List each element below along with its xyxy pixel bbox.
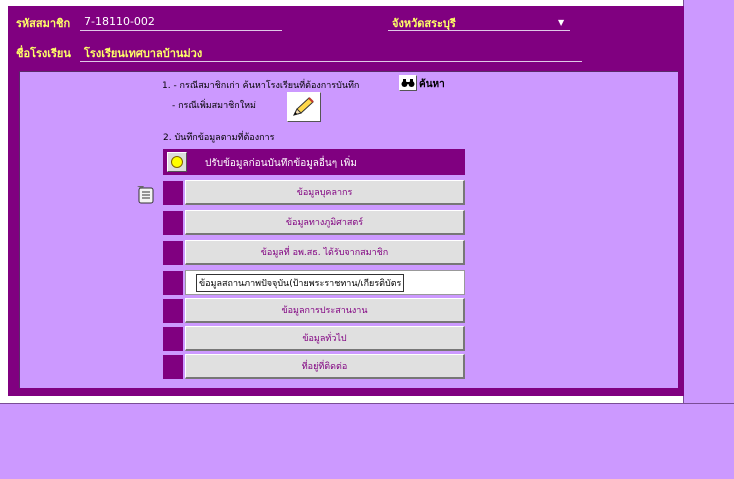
current-status-button[interactable]: ข้อมูลสถานภาพปัจจุบัน(ป้ายพระราชทาน/เกีย… (185, 270, 465, 295)
panel-header-title: ปรับข้อมูลก่อนบันทึกข้อมูลอื่นๆ เพิ่ม (205, 158, 357, 169)
personnel-button[interactable]: ข้อมูลบุคลากร (185, 180, 465, 205)
general-info-button[interactable]: ข้อมูลทั่วไป (185, 326, 465, 351)
contact-address-button[interactable]: ที่อยู่ที่ติดต่อ (185, 354, 465, 379)
row-marker[interactable] (163, 241, 183, 265)
search-label[interactable]: ค้นหา (419, 77, 445, 92)
row-marker[interactable] (163, 181, 183, 205)
row-marker[interactable] (163, 271, 183, 295)
list-item: ข้อมูลบุคลากร (163, 180, 465, 205)
member-id-field[interactable]: 7-18110-002 (84, 15, 155, 28)
school-label: ชื่อโรงเรียน (16, 47, 71, 60)
list-item: ข้อมูลทางภูมิศาสตร์ (163, 210, 465, 235)
list-item: ข้อมูลทั่วไป (163, 326, 465, 351)
member-id-label: รหัสสมาชิก (16, 17, 71, 30)
province-underline (388, 30, 570, 31)
panel-header-bar: ปรับข้อมูลก่อนบันทึกข้อมูลอื่นๆ เพิ่ม (163, 149, 465, 175)
divider-horizontal (0, 403, 734, 404)
background-right (684, 0, 734, 404)
step1-new-member-text: - กรณีเพิ่มสมาชิกใหม่ (172, 101, 256, 111)
list-item: ข้อมูลสถานภาพปัจจุบัน(ป้ายพระราชทาน/เกีย… (163, 270, 465, 295)
school-name-field[interactable]: โรงเรียนเทศบาลบ้านม่วง (84, 44, 202, 62)
smiley-icon (171, 156, 183, 168)
step1-old-member-text: 1. - กรณีสมาชิกเก่า ค้นหาโรงเรียนที่ต้อง… (162, 81, 360, 91)
row-marker[interactable] (163, 299, 183, 323)
background-bottom (0, 404, 734, 479)
row-marker[interactable] (163, 327, 183, 351)
list-item: ที่อยู่ที่ติดต่อ (163, 354, 465, 379)
hand-pointer-icon (137, 186, 154, 204)
pencil-icon (293, 97, 314, 116)
school-underline (80, 61, 582, 62)
member-id-underline (80, 30, 282, 31)
row-marker[interactable] (163, 355, 183, 379)
received-data-button[interactable]: ข้อมูลที่ อพ.สธ. ได้รับจากสมาชิก (185, 240, 465, 265)
status-button[interactable] (167, 152, 187, 172)
app-window: รหัสสมาชิก 7-18110-002 จังหวัดสระบุรี ▼ … (0, 0, 734, 479)
search-button[interactable] (399, 75, 417, 91)
list-item: ข้อมูลที่ อพ.สธ. ได้รับจากสมาชิก (163, 240, 465, 265)
binoculars-icon (401, 79, 415, 87)
new-member-button[interactable] (287, 92, 321, 122)
current-status-label: ข้อมูลสถานภาพปัจจุบัน(ป้ายพระราชทาน/เกีย… (196, 273, 405, 292)
chevron-down-icon[interactable]: ▼ (558, 18, 564, 27)
geography-button[interactable]: ข้อมูลทางภูมิศาสตร์ (185, 210, 465, 235)
row-marker[interactable] (163, 211, 183, 235)
step2-text: 2. บันทึกข้อมูลตามที่ต้องการ (163, 133, 275, 143)
coordination-button[interactable]: ข้อมูลการประสานงาน (185, 298, 465, 323)
list-item: ข้อมูลการประสานงาน (163, 298, 465, 323)
